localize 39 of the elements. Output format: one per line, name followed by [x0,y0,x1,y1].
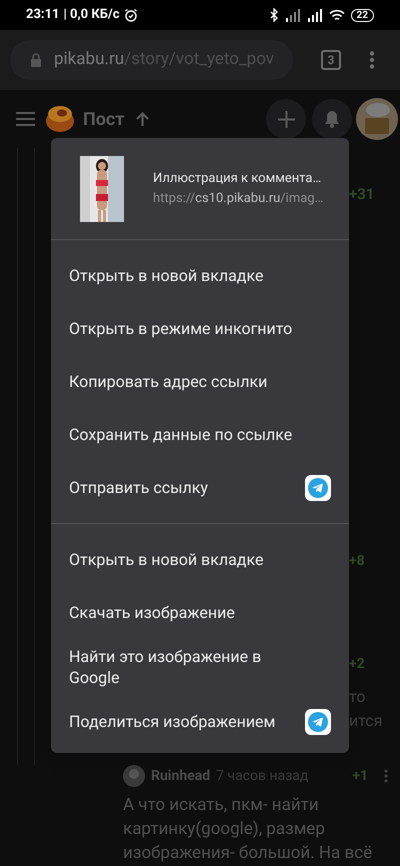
lock-icon [30,53,42,67]
menu-item[interactable]: Копировать адрес ссылки [51,355,349,408]
menu-item[interactable]: Открыть в новой вкладке [51,249,349,302]
menu-item[interactable]: Найти это изображение в Google [51,639,349,695]
menu-item[interactable]: Открыть в новой вкладке [51,533,349,586]
battery-indicator: 22 [350,8,374,22]
page-title: Пост [83,108,124,132]
plus-icon [278,110,294,128]
add-button[interactable] [266,99,306,139]
telegram-icon [305,474,331,500]
vote-count: +8 [349,552,366,570]
telegram-icon [305,708,331,734]
bell-icon [324,110,340,128]
notifications-button[interactable] [312,99,352,139]
avatar [123,765,145,787]
link-title: Иллюстрация к коммента… [153,170,322,188]
menu-item[interactable]: Отправить ссылку [51,461,349,514]
menu-item[interactable]: Скачать изображение [51,586,349,639]
bluetooth-icon [268,8,279,22]
vote-count: +1 [352,766,368,786]
menu-item[interactable]: Поделиться изображением [51,695,349,748]
logo-icon [45,105,75,133]
signal-icon [284,8,301,22]
menu-item[interactable]: Сохранить данные по ссылке [51,408,349,461]
status-time: 23:11 [26,6,60,24]
avatar[interactable] [356,98,398,140]
menu-icon[interactable] [16,112,35,126]
link-url: https://cs10.pikabu.ru/imag… [153,190,324,208]
network-speed: | 0,0 КБ/с [64,6,120,24]
comment-text: А что искать, пкм- найти картинку(google), размер изображения- большой. На всё [123,794,373,865]
more-icon[interactable] [384,769,388,783]
arrow-up-icon[interactable] [136,112,150,126]
signal-icon [306,8,323,22]
wifi-icon [328,8,345,22]
vote-count: +2 [349,654,366,674]
menu-item[interactable]: Открыть в режиме инкогнито [51,302,349,355]
alarm-icon [124,8,138,22]
vote-count: +31 [349,184,376,205]
more-icon[interactable] [369,51,375,69]
